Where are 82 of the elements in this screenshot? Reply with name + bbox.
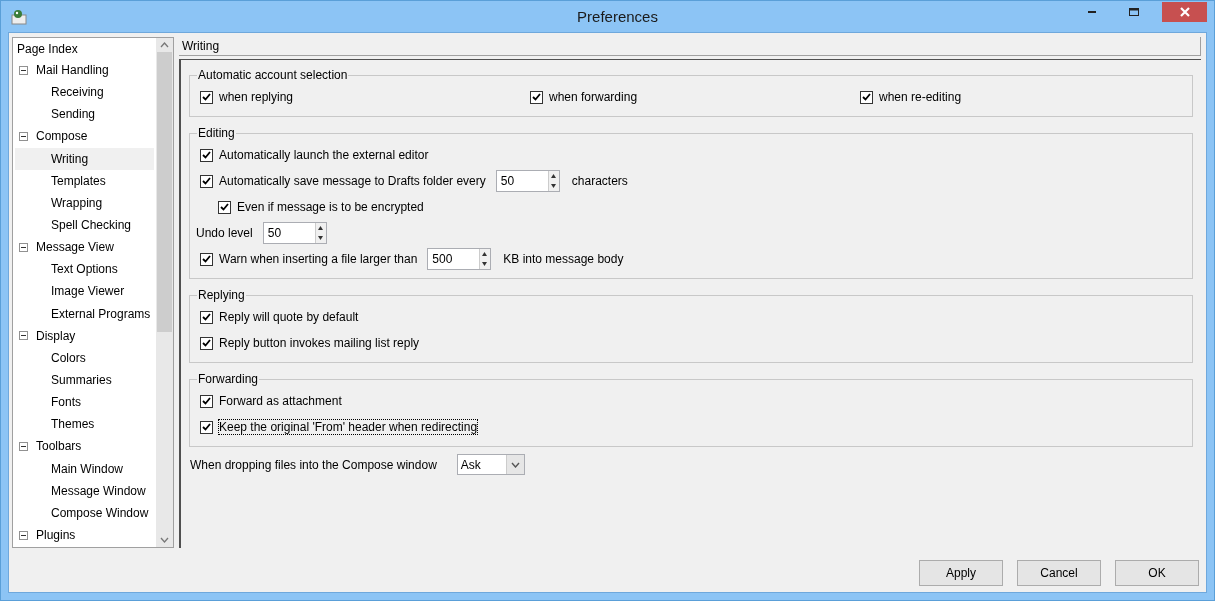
checkbox-label[interactable]: Automatically launch the external editor xyxy=(219,148,429,162)
tree-item[interactable]: Colors xyxy=(15,346,154,369)
up-arrow-icon[interactable] xyxy=(315,223,325,233)
checkbox[interactable] xyxy=(200,310,213,324)
dropdown[interactable]: Ask xyxy=(456,454,525,475)
checkbox-label[interactable]: Reply will quote by default xyxy=(219,310,359,324)
close-icon xyxy=(1179,6,1190,17)
tree-item[interactable]: Mail Handling xyxy=(15,59,154,82)
up-arrow-icon[interactable] xyxy=(480,249,490,259)
field-label: When dropping files into the Compose window xyxy=(190,457,437,472)
tree-item[interactable]: Fonts xyxy=(15,391,154,414)
checkbox-label[interactable]: when replying xyxy=(219,90,294,104)
tree-item[interactable]: Compose xyxy=(15,125,154,148)
collapse-icon[interactable] xyxy=(19,242,28,252)
close-button[interactable] xyxy=(1162,1,1207,22)
dialog-button[interactable]: Apply xyxy=(919,560,1003,586)
tree-item[interactable]: Message Window xyxy=(15,479,154,502)
tree-item[interactable]: Wrapping xyxy=(15,191,154,214)
tree-item[interactable]: Main Window xyxy=(15,457,154,480)
checkbox-label[interactable]: Warn when inserting a file larger than xyxy=(219,252,418,266)
group-title: Automatic account selection xyxy=(197,68,349,82)
collapse-icon[interactable] xyxy=(19,132,28,141)
tree-item[interactable]: Receiving xyxy=(15,81,154,104)
scrollbar-thumb[interactable] xyxy=(157,52,172,332)
tree-item[interactable]: Plugins xyxy=(15,523,154,547)
dialog-button[interactable]: OK xyxy=(1115,560,1199,586)
checkbox[interactable] xyxy=(200,148,213,162)
down-arrow-icon[interactable] xyxy=(548,181,558,191)
collapse-icon[interactable] xyxy=(19,530,28,540)
checkbox[interactable] xyxy=(200,90,213,104)
tree-item[interactable]: Message View xyxy=(15,236,154,259)
app-icon xyxy=(10,7,28,26)
tree-item[interactable]: Spell Checking xyxy=(15,214,154,237)
tree-item[interactable]: Compose Window xyxy=(15,501,154,524)
down-arrow-icon[interactable] xyxy=(315,233,325,243)
tree-item[interactable]: Image Viewer xyxy=(15,280,154,303)
field-label: Undo level xyxy=(196,226,253,240)
checkbox[interactable] xyxy=(218,200,231,214)
tree-item[interactable]: Summaries xyxy=(15,368,154,392)
tree-item[interactable]: Themes xyxy=(15,413,154,436)
scrollbar[interactable] xyxy=(156,38,173,547)
down-arrow-icon[interactable] xyxy=(480,259,490,269)
checkbox[interactable] xyxy=(860,90,873,104)
checkbox-label[interactable]: Forward as attachment xyxy=(219,394,342,408)
checkbox[interactable] xyxy=(530,90,543,104)
tree-item[interactable]: Toolbars xyxy=(15,435,154,458)
group-title: Forwarding xyxy=(197,372,260,386)
checkbox[interactable] xyxy=(200,420,213,434)
checkbox[interactable] xyxy=(200,252,213,266)
checkbox-label[interactable]: Reply button invokes mailing list reply xyxy=(219,336,420,350)
tree-item[interactable]: Sending xyxy=(15,103,154,126)
unit-label: characters xyxy=(571,174,628,188)
collapse-icon[interactable] xyxy=(19,331,28,341)
checkbox-label[interactable]: Keep the original 'From' header when redirecting xyxy=(219,420,478,434)
page-index-header: Page Index xyxy=(16,41,79,58)
tree-item[interactable]: Text Options xyxy=(15,258,154,281)
collapse-icon[interactable] xyxy=(19,441,28,451)
tree-item[interactable]: External Programs xyxy=(15,302,154,325)
checkbox[interactable] xyxy=(200,336,213,350)
collapse-icon[interactable] xyxy=(19,65,28,75)
tree-item[interactable]: Writing xyxy=(15,147,154,170)
page-title: Writing xyxy=(179,37,1201,56)
spin-field[interactable]: 500 xyxy=(427,248,492,270)
checkbox[interactable] xyxy=(200,394,213,408)
tree-item[interactable]: Templates xyxy=(15,169,154,192)
checkbox-label[interactable]: Even if message is to be encrypted xyxy=(237,200,424,214)
up-arrow-icon[interactable] xyxy=(548,171,558,181)
window-title: Preferences xyxy=(577,8,658,25)
tree-item[interactable]: Display xyxy=(15,324,154,347)
chevron-down-icon xyxy=(510,461,520,468)
checkbox-label[interactable]: when re-editing xyxy=(879,90,962,104)
group-title: Replying xyxy=(197,288,246,302)
checkbox[interactable] xyxy=(200,174,213,188)
spin-field[interactable]: 50 xyxy=(262,222,327,244)
minimize-icon xyxy=(1088,10,1096,13)
checkbox-label[interactable]: when forwarding xyxy=(549,90,638,104)
spin-field[interactable]: 50 xyxy=(495,170,560,192)
dialog-button[interactable]: Cancel xyxy=(1017,560,1101,586)
checkbox-label[interactable]: Automatically save message to Drafts folder every xyxy=(219,174,486,188)
unit-label: KB into message body xyxy=(503,252,624,266)
maximize-icon xyxy=(1129,7,1139,16)
group-title: Editing xyxy=(197,126,236,140)
